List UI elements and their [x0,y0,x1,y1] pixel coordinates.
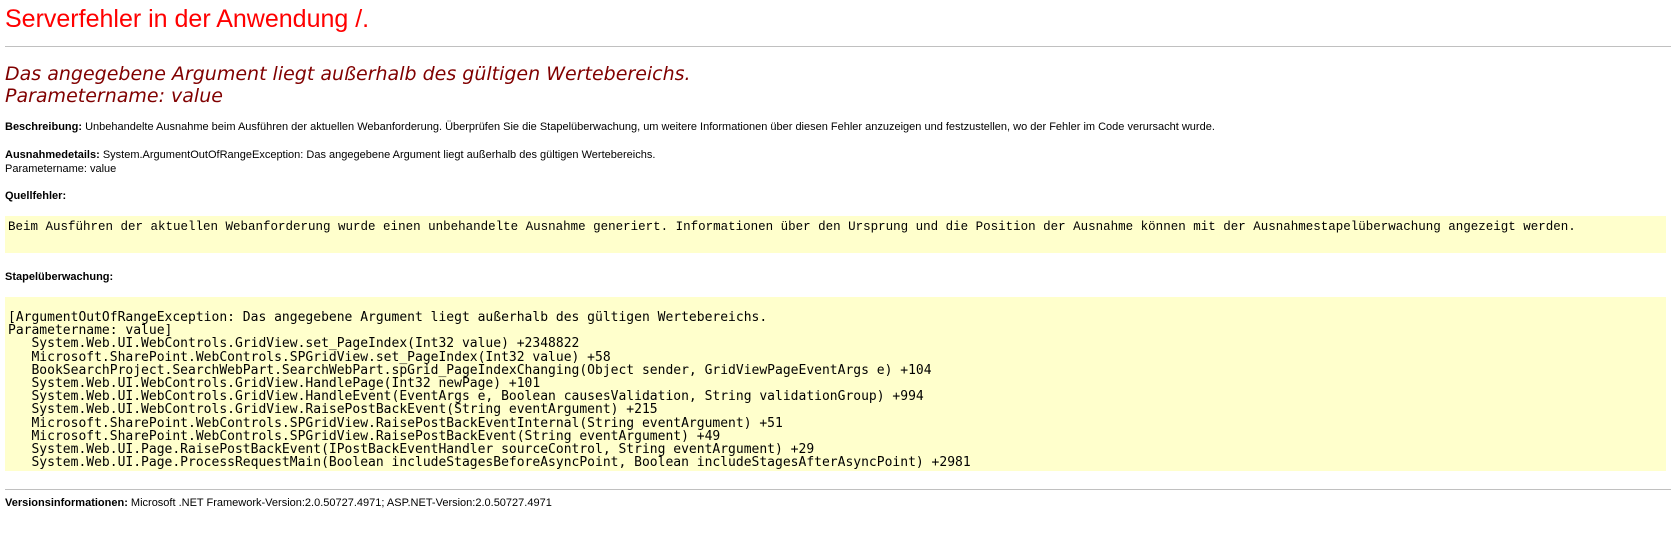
stack-trace-line: System.Web.UI.Page.ProcessRequestMain(Bo… [8,455,971,471]
source-error-box: Beim Ausführen der aktuellen Webanforder… [5,216,1666,253]
error-message-line2: Parametername: value [5,85,223,107]
description-text: Unbehandelte Ausnahme beim Ausführen der… [85,121,1215,133]
version-text: Microsoft .NET Framework-Version:2.0.507… [130,497,552,509]
exception-details-param: Parametername: value [5,163,117,175]
exception-details-text: System.ArgumentOutOfRangeException: Das … [102,149,656,161]
page-title: Serverfehler in der Anwendung /. [5,5,370,33]
stack-trace-line: [ArgumentOutOfRangeException: Das angege… [8,310,768,325]
error-page: Serverfehler in der Anwendung /. Das ang… [0,0,1671,533]
exception-details-label: Ausnahmedetails: [5,149,100,161]
stack-trace-line: Microsoft.SharePoint.WebControls.SPGridV… [8,415,783,431]
stack-trace-line: System.Web.UI.WebControls.GridView.Raise… [8,402,658,418]
error-message-line1: Das angegebene Argument liegt außerhalb … [5,63,691,85]
stack-trace-line: Microsoft.SharePoint.WebControls.SPGridV… [8,349,611,365]
version-label: Versionsinformationen: [5,497,128,509]
exception-details-section: Ausnahmedetails: System.ArgumentOutOfRan… [5,148,1666,176]
error-message: Das angegebene Argument liegt außerhalb … [5,63,1666,107]
stack-trace-label: Stapelüberwachung: [5,271,114,283]
version-info: Versionsinformationen: Microsoft .NET Fr… [5,496,1666,510]
stack-trace-box: [ArgumentOutOfRangeException: Das angege… [5,297,1666,471]
source-error-label: Quellfehler: [5,190,67,202]
title-divider [5,46,1671,47]
description-section: Beschreibung: Unbehandelte Ausnahme beim… [5,120,1666,134]
version-divider [5,489,1671,490]
description-label: Beschreibung: [5,121,83,133]
source-error-text: Beim Ausführen der aktuellen Webanforder… [8,220,1576,234]
stack-trace-line: System.Web.UI.WebControls.GridView.set_P… [8,336,580,352]
